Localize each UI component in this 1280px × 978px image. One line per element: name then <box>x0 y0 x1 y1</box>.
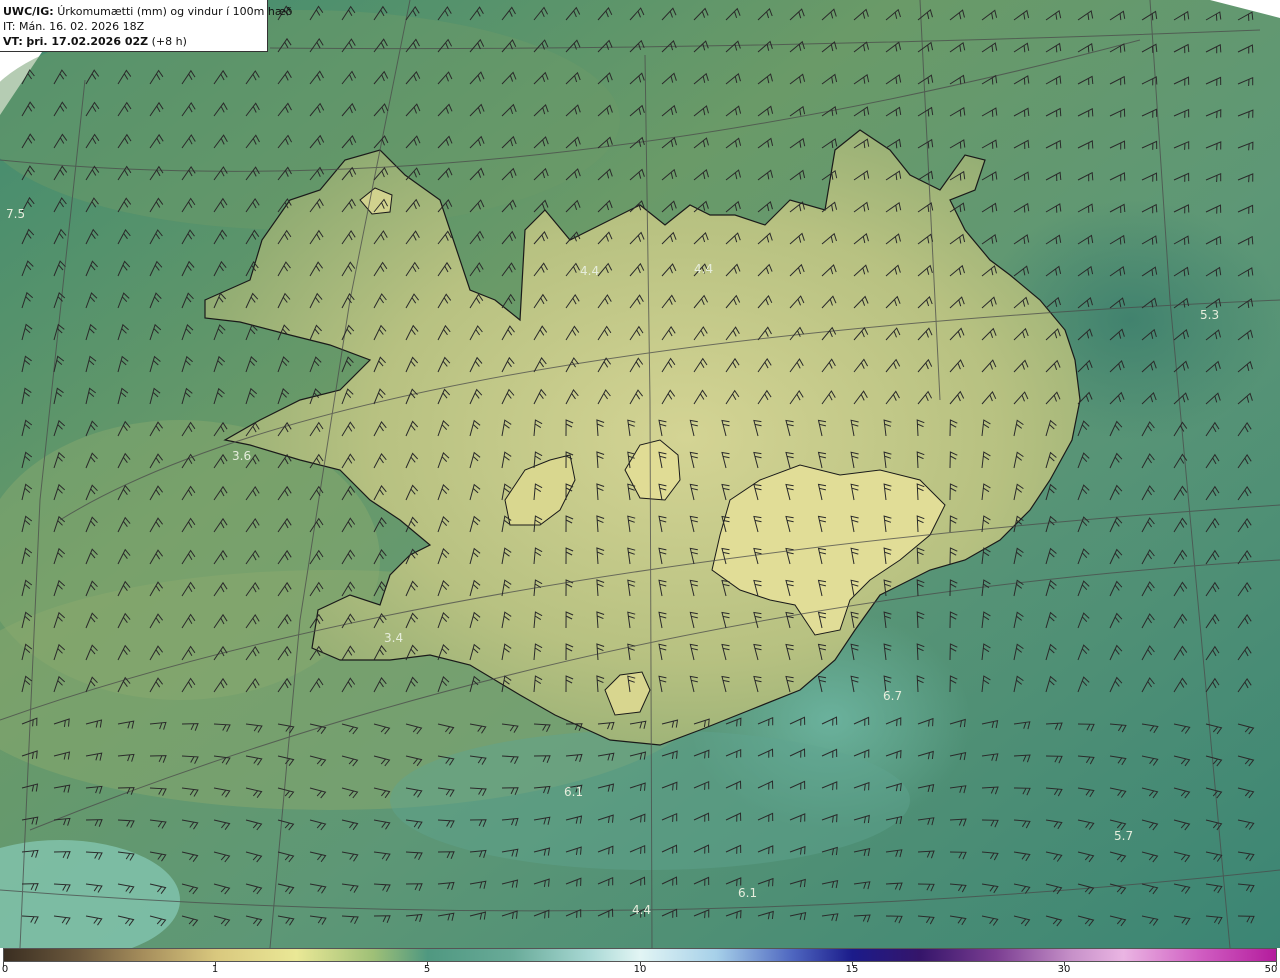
valid-time-prefix: VT: <box>3 35 23 48</box>
colorbar-tick-label: 0 <box>1 964 9 975</box>
map-value-label: 4.4 <box>632 903 652 917</box>
map-title: Úrkomumætti (mm) og vindur í 100m hæð <box>57 5 293 18</box>
map-value-label: 4.4 <box>580 264 600 278</box>
map-title-line: UWC/IG: Úrkomumætti (mm) og vindur í 100… <box>3 4 292 19</box>
weather-map: 7.5 4.4 4.4 5.3 3.6 3.4 6.7 6.1 5.7 6.1 … <box>0 0 1280 948</box>
colorbar-tick-label: 30 <box>1057 964 1071 975</box>
colorbar-tick-label: 5 <box>423 964 431 975</box>
map-value-label: 3.4 <box>384 631 404 645</box>
valid-time-line: VT: þri. 17.02.2026 02Z (+8 h) <box>3 34 267 49</box>
colorbar-tick-label: 15 <box>845 964 859 975</box>
map-value-label: 3.6 <box>232 449 252 463</box>
init-time: IT: Mán. 16. 02. 2026 18Z <box>3 20 145 33</box>
map-value-label: 7.5 <box>6 207 26 221</box>
map-value-label: 5.3 <box>1200 308 1220 322</box>
colorbar-tick-label: 10 <box>633 964 647 975</box>
lead-time: (+8 h) <box>151 35 187 48</box>
colorbar-strip <box>3 948 1277 962</box>
colorbar-tick-label: 50 <box>1264 964 1278 975</box>
map-info-box: UWC/IG: Úrkomumætti (mm) og vindur í 100… <box>0 0 292 52</box>
valid-time: þri. 17.02.2026 02Z <box>26 35 149 48</box>
map-value-label: 5.7 <box>1114 829 1134 843</box>
map-canvas <box>0 0 1280 948</box>
colorbar-legend: 0 1 5 10 15 30 50 <box>0 948 1280 978</box>
map-value-label: 6.1 <box>738 886 758 900</box>
map-value-label: 4.4 <box>694 262 714 276</box>
product-code: UWC/IG: <box>3 5 54 18</box>
map-value-label: 6.7 <box>883 689 903 703</box>
map-value-label: 6.1 <box>564 785 584 799</box>
colorbar-tick-label: 1 <box>211 964 219 975</box>
